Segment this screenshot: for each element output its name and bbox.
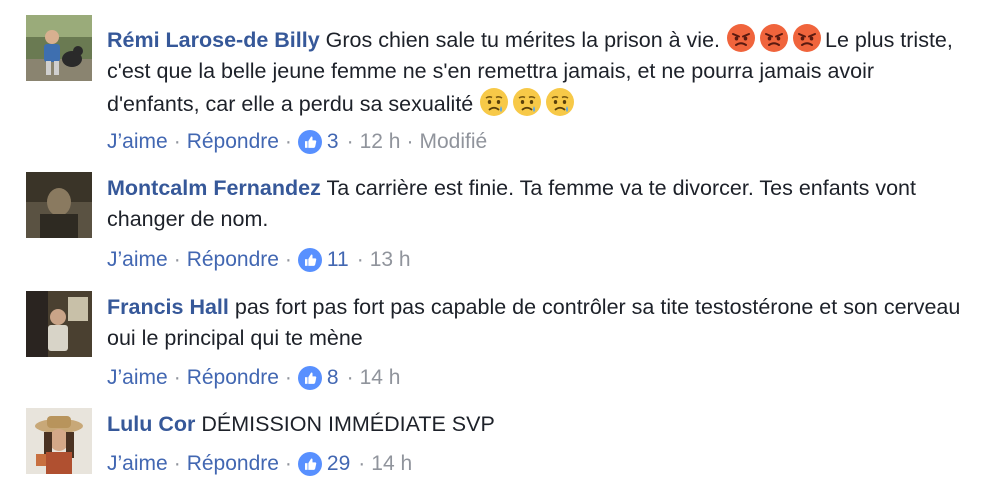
angry-face-icon bbox=[759, 23, 789, 53]
avatar[interactable] bbox=[26, 408, 92, 474]
comment-body: Lulu Cor DÉMISSION IMMÉDIATE SVP bbox=[107, 409, 972, 440]
reply-button[interactable]: Répondre bbox=[187, 128, 279, 156]
avatar[interactable] bbox=[26, 15, 92, 81]
sad-face-icon bbox=[479, 87, 509, 117]
comment-actions: J’aime · Répondre · 8 · 14 h bbox=[107, 364, 400, 392]
like-count[interactable]: 11 bbox=[327, 246, 349, 274]
like-button[interactable]: J’aime bbox=[107, 364, 168, 392]
like-button[interactable]: J’aime bbox=[107, 450, 168, 478]
separator-dot: · bbox=[173, 452, 181, 475]
angry-emoji-group bbox=[726, 28, 825, 52]
sad-face-icon bbox=[545, 87, 575, 117]
comment-body: Francis Hall pas fort pas fort pas capab… bbox=[107, 292, 972, 354]
comment-actions: J’aime · Répondre · 29 · 14 h bbox=[107, 450, 412, 478]
comment-body: Rémi Larose-de Billy Gros chien sale tu … bbox=[107, 23, 972, 120]
like-button[interactable]: J’aime bbox=[107, 246, 168, 274]
comment-text: Gros chien sale tu mérites la prison à v… bbox=[325, 28, 721, 52]
separator-dot: · bbox=[346, 130, 354, 153]
separator-dot: · bbox=[173, 366, 181, 389]
comment-body: Montcalm Fernandez Ta carrière est finie… bbox=[107, 173, 972, 235]
separator-dot: · bbox=[284, 248, 292, 271]
separator-dot: · bbox=[173, 130, 181, 153]
sad-emoji-group bbox=[479, 92, 578, 116]
like-count[interactable]: 8 bbox=[327, 364, 339, 392]
like-count[interactable]: 3 bbox=[327, 128, 339, 156]
separator-dot: · bbox=[173, 248, 181, 271]
separator-dot: · bbox=[346, 366, 354, 389]
thumbs-up-icon[interactable] bbox=[297, 366, 322, 390]
angry-face-icon bbox=[792, 23, 822, 53]
timestamp[interactable]: 13 h bbox=[370, 246, 411, 274]
comment-text: DÉMISSION IMMÉDIATE SVP bbox=[201, 412, 495, 436]
separator-dot: · bbox=[284, 452, 292, 475]
timestamp[interactable]: 14 h bbox=[360, 364, 401, 392]
comment-actions: J’aime · Répondre · 11 · 13 h bbox=[107, 246, 411, 274]
sad-face-icon bbox=[512, 87, 542, 117]
comment-author[interactable]: Montcalm Fernandez bbox=[107, 176, 321, 200]
separator-dot: · bbox=[356, 248, 364, 271]
reply-button[interactable]: Répondre bbox=[187, 246, 279, 274]
comment-author[interactable]: Francis Hall bbox=[107, 295, 229, 319]
avatar[interactable] bbox=[26, 291, 92, 357]
separator-dot: · bbox=[406, 130, 414, 153]
thumbs-up-icon[interactable] bbox=[297, 130, 322, 154]
timestamp[interactable]: 12 h bbox=[360, 128, 401, 156]
thumbs-up-icon[interactable] bbox=[297, 452, 322, 476]
reply-button[interactable]: Répondre bbox=[187, 450, 279, 478]
edited-label[interactable]: Modifié bbox=[419, 128, 487, 156]
reply-button[interactable]: Répondre bbox=[187, 364, 279, 392]
avatar[interactable] bbox=[26, 172, 92, 238]
like-count[interactable]: 29 bbox=[327, 450, 350, 478]
angry-face-icon bbox=[726, 23, 756, 53]
timestamp[interactable]: 14 h bbox=[371, 450, 412, 478]
comment-author[interactable]: Lulu Cor bbox=[107, 412, 195, 436]
comment-author[interactable]: Rémi Larose-de Billy bbox=[107, 28, 320, 52]
comment-text: pas fort pas fort pas capable de contrôl… bbox=[107, 295, 961, 350]
separator-dot: · bbox=[358, 452, 366, 475]
comment-actions: J’aime · Répondre · 3 · 12 h · Modifié bbox=[107, 128, 487, 156]
separator-dot: · bbox=[284, 366, 292, 389]
separator-dot: · bbox=[284, 130, 292, 153]
thumbs-up-icon[interactable] bbox=[297, 248, 322, 272]
like-button[interactable]: J’aime bbox=[107, 128, 168, 156]
